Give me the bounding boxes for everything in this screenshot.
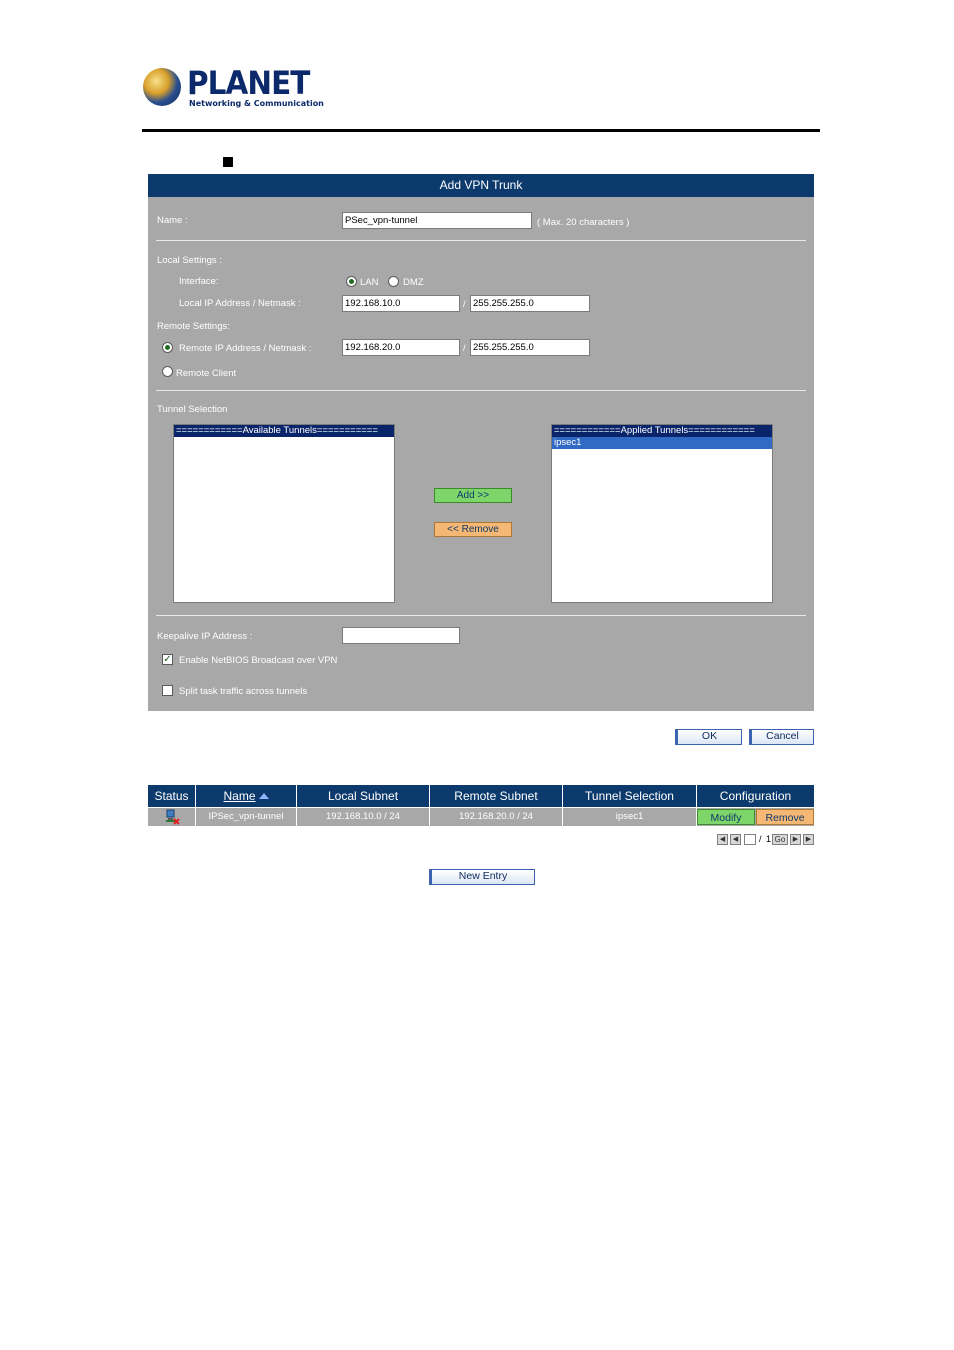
brand-tagline: Networking & Communication bbox=[189, 99, 324, 108]
vpn-disconnected-icon bbox=[166, 809, 180, 825]
planet-logo: PLANET Networking & Communication bbox=[143, 66, 324, 110]
keepalive-label: Keepalive IP Address : bbox=[157, 631, 253, 642]
local-ip-label: Local IP Address / Netmask : bbox=[179, 298, 301, 309]
applied-tunnels-list[interactable]: ============Applied Tunnels============ … bbox=[551, 424, 773, 603]
ok-button[interactable]: OK bbox=[675, 729, 742, 745]
remote-netmask-input[interactable]: 255.255.255.0 bbox=[470, 339, 590, 356]
local-netmask-input[interactable]: 255.255.255.0 bbox=[470, 295, 590, 312]
column-header-status: Status bbox=[148, 785, 196, 807]
prev-page-icon[interactable]: ◀ bbox=[730, 834, 741, 845]
divider bbox=[156, 390, 806, 391]
total-pages: 1 bbox=[766, 834, 772, 844]
name-hint: ( Max. 20 characters ) bbox=[537, 217, 630, 228]
keepalive-input[interactable] bbox=[342, 627, 460, 644]
header-rule bbox=[142, 129, 820, 132]
split-traffic-label: Split task traffic across tunnels bbox=[179, 686, 308, 697]
interface-label: Interface: bbox=[179, 276, 219, 287]
local-ip-input[interactable]: 192.168.10.0 bbox=[342, 295, 460, 312]
cancel-button[interactable]: Cancel bbox=[749, 729, 814, 745]
interface-dmz-label: DMZ bbox=[403, 277, 424, 288]
modify-button[interactable]: Modify bbox=[697, 809, 755, 825]
row-local-subnet: 192.168.10.0 / 24 bbox=[297, 808, 430, 826]
name-sort-link[interactable]: Name bbox=[223, 789, 255, 803]
add-vpn-trunk-panel: Add VPN Trunk Name : PSec_vpn-tunnel ( M… bbox=[148, 174, 814, 711]
list-item[interactable]: ipsec1 bbox=[552, 437, 772, 449]
remote-client-label: Remote Client bbox=[176, 368, 237, 379]
globe-icon bbox=[143, 68, 181, 106]
add-tunnel-button[interactable]: Add >> bbox=[434, 488, 512, 503]
split-traffic-checkbox[interactable] bbox=[162, 685, 173, 696]
column-header-remote-subnet: Remote Subnet bbox=[430, 785, 563, 807]
column-header-tunnel-selection: Tunnel Selection bbox=[563, 785, 697, 807]
next-page-icon[interactable]: ▶ bbox=[790, 834, 801, 845]
last-page-icon[interactable]: ▶ bbox=[803, 834, 814, 845]
interface-lan-radio[interactable] bbox=[346, 276, 357, 287]
tunnel-selection-label: Tunnel Selection bbox=[157, 404, 228, 415]
row-configuration: Modify Remove bbox=[697, 808, 814, 826]
divider bbox=[156, 240, 806, 241]
name-label: Name : bbox=[157, 215, 188, 226]
remote-ip-radio[interactable] bbox=[162, 342, 173, 353]
brand-name: PLANET bbox=[187, 64, 310, 102]
netbios-checkbox[interactable]: ✓ bbox=[162, 654, 173, 665]
sort-ascending-icon bbox=[258, 793, 269, 799]
name-input[interactable]: PSec_vpn-tunnel bbox=[342, 212, 532, 229]
bullet-icon bbox=[223, 157, 233, 167]
column-header-name[interactable]: Name bbox=[196, 785, 297, 807]
page-number-input[interactable] bbox=[744, 834, 756, 845]
available-tunnels-list[interactable]: ============Available Tunnels=========== bbox=[173, 424, 395, 603]
remove-tunnel-button[interactable]: << Remove bbox=[434, 522, 512, 537]
applied-tunnels-header: ============Applied Tunnels============ bbox=[552, 425, 772, 437]
pager: ◀ ◀ / 1 Go ▶ ▶ bbox=[717, 834, 815, 846]
netbios-label: Enable NetBIOS Broadcast over VPN bbox=[179, 655, 338, 666]
go-button[interactable]: Go bbox=[772, 834, 788, 845]
new-entry-button[interactable]: New Entry bbox=[429, 869, 535, 885]
remove-button[interactable]: Remove bbox=[756, 809, 814, 825]
slash-separator: / bbox=[463, 343, 466, 353]
first-page-icon[interactable]: ◀ bbox=[717, 834, 728, 845]
row-name: IPSec_vpn-tunnel bbox=[196, 808, 297, 826]
available-tunnels-header: ============Available Tunnels=========== bbox=[174, 425, 394, 437]
row-remote-subnet: 192.168.20.0 / 24 bbox=[430, 808, 563, 826]
remote-ip-input[interactable]: 192.168.20.0 bbox=[342, 339, 460, 356]
local-settings-label: Local Settings : bbox=[157, 255, 222, 266]
remote-client-radio[interactable] bbox=[162, 366, 173, 377]
page-separator: / bbox=[759, 834, 762, 844]
column-header-local-subnet: Local Subnet bbox=[297, 785, 430, 807]
remote-settings-label: Remote Settings: bbox=[157, 321, 230, 332]
interface-lan-label: LAN bbox=[360, 277, 379, 288]
column-header-configuration: Configuration bbox=[697, 785, 814, 807]
table-row bbox=[148, 808, 196, 826]
panel-title: Add VPN Trunk bbox=[148, 174, 814, 197]
interface-dmz-radio[interactable] bbox=[388, 276, 399, 287]
divider bbox=[156, 615, 806, 616]
slash-separator: / bbox=[463, 299, 466, 309]
row-tunnel-selection: ipsec1 bbox=[563, 808, 697, 826]
remote-ip-label: Remote IP Address / Netmask : bbox=[179, 343, 312, 354]
